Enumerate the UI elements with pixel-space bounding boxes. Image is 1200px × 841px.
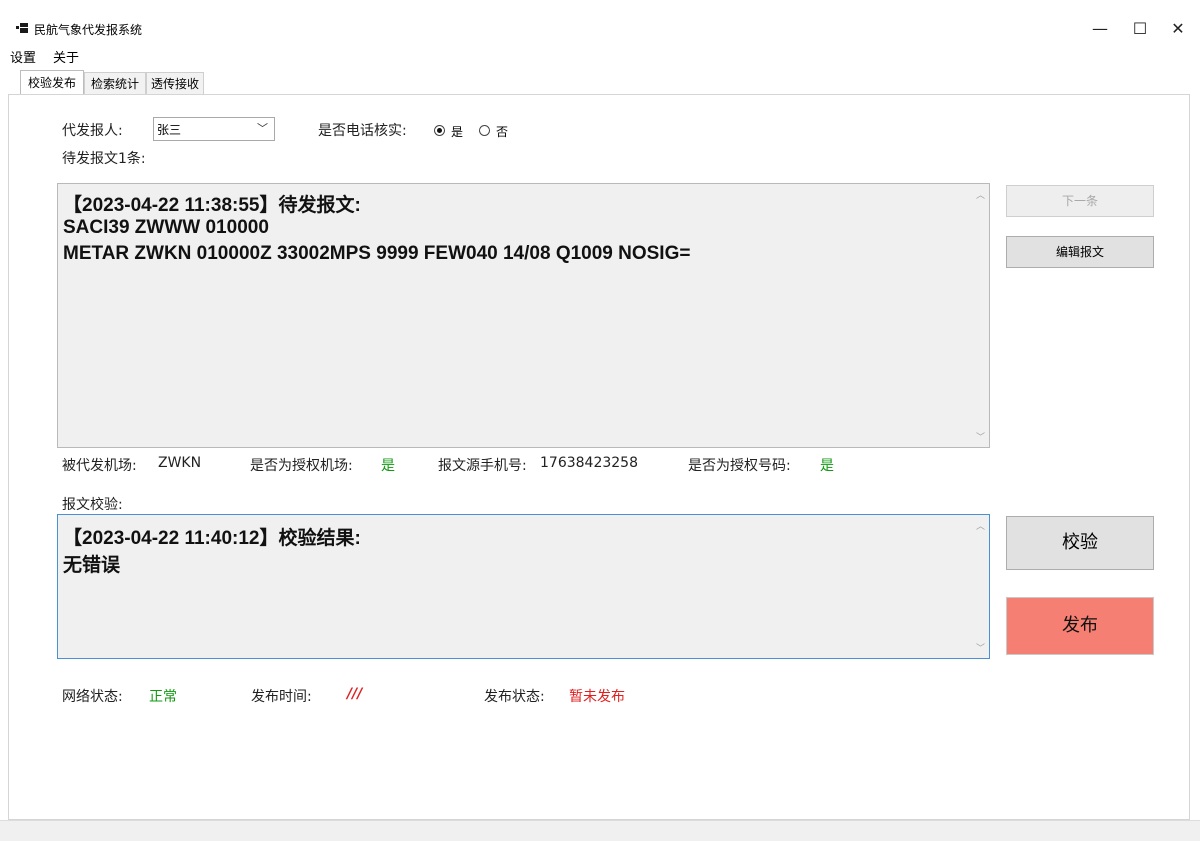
app-icon: [16, 23, 28, 33]
sender-select-value: 张三: [157, 123, 182, 137]
network-status-value: 正常: [149, 689, 177, 705]
check-line-1: 【2023-04-22 11:40:12】校验结果:: [63, 528, 361, 549]
phone-verify-no-radio[interactable]: [479, 125, 490, 136]
sender-select[interactable]: 张三 ﹀: [153, 117, 275, 141]
tab-search-stats[interactable]: 检索统计: [84, 72, 146, 94]
pending-line-1: 【2023-04-22 11:38:55】待发报文:: [63, 195, 361, 216]
publish-time-value: ///: [347, 686, 363, 702]
window-title: 民航气象代发报系统: [34, 23, 143, 37]
phone-verify-yes-label: 是: [451, 125, 464, 139]
check-line-2: 无错误: [63, 555, 121, 576]
auth-airport-value: 是: [381, 458, 395, 474]
airport-value: ZWKN: [158, 455, 202, 471]
scroll-up-icon[interactable]: ︿: [976, 188, 985, 201]
auth-phone-label: 是否为授权号码:: [688, 458, 791, 474]
pending-line-3: METAR ZWKN 010000Z 33002MPS 9999 FEW040 …: [63, 243, 691, 264]
scroll-up-icon[interactable]: ︿: [976, 519, 985, 532]
phone-verify-label: 是否电话核实:: [318, 123, 407, 139]
menu-settings[interactable]: 设置: [10, 47, 36, 66]
tab-passthrough-receive[interactable]: 透传接收: [146, 72, 204, 94]
phone-source-value: 17638423258: [540, 455, 638, 471]
minimize-button[interactable]: —: [1078, 14, 1122, 44]
phone-verify-no-label: 否: [496, 125, 509, 139]
menu-bar: [0, 44, 1200, 66]
sender-label: 代发报人:: [62, 123, 123, 139]
menu-about[interactable]: 关于: [53, 47, 79, 66]
check-label: 报文校验:: [62, 497, 123, 513]
next-message-button[interactable]: 下一条: [1006, 185, 1154, 217]
publish-status-value: 暂未发布: [569, 689, 625, 705]
auth-airport-label: 是否为授权机场:: [250, 458, 353, 474]
pending-line-2: SACI39 ZWWW 010000: [63, 217, 269, 238]
tab-verify-publish[interactable]: 校验发布: [20, 70, 84, 94]
edit-message-button[interactable]: 编辑报文: [1006, 236, 1154, 268]
close-button[interactable]: ✕: [1156, 14, 1200, 44]
publish-status-label: 发布状态:: [484, 689, 545, 705]
pending-message-textbox[interactable]: 【2023-04-22 11:38:55】待发报文: SACI39 ZWWW 0…: [57, 183, 990, 448]
status-bar: [0, 820, 1200, 841]
chevron-down-icon: ﹀: [257, 122, 268, 135]
scroll-down-icon[interactable]: ﹀: [976, 430, 985, 443]
check-result-textbox[interactable]: 【2023-04-22 11:40:12】校验结果: 无错误 ︿ ﹀: [57, 514, 990, 659]
network-status-label: 网络状态:: [62, 689, 123, 705]
pending-count-label: 待发报文1条:: [62, 151, 146, 167]
publish-time-label: 发布时间:: [251, 689, 312, 705]
verify-button[interactable]: 校验: [1006, 516, 1154, 570]
publish-button[interactable]: 发布: [1006, 597, 1154, 655]
airport-label: 被代发机场:: [62, 458, 137, 474]
scroll-down-icon[interactable]: ﹀: [976, 641, 985, 654]
auth-phone-value: 是: [820, 458, 834, 474]
phone-source-label: 报文源手机号:: [438, 458, 527, 474]
phone-verify-yes-radio[interactable]: [434, 125, 445, 136]
title-bar: [0, 0, 1200, 44]
